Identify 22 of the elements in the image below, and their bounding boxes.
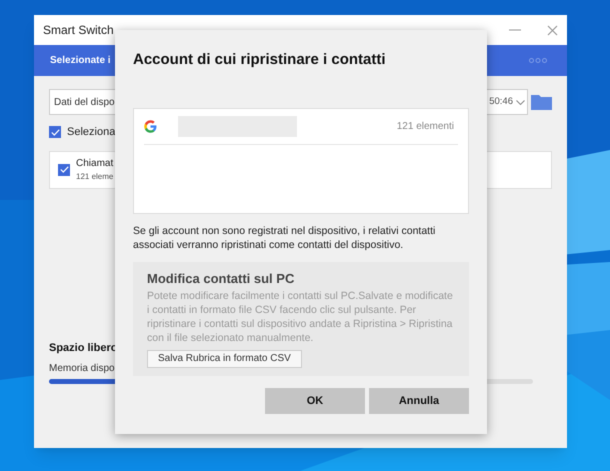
folder-icon[interactable]	[531, 94, 552, 110]
item-name: Chiamat	[76, 157, 114, 171]
item-checkbox[interactable]	[58, 164, 70, 176]
select-all-checkbox[interactable]	[49, 126, 61, 138]
section-text: Potete modificare facilmente i contatti sul PC.Salvate e modificate i contatti in formato file CSV facendo clic sul pulsante. Per ripristinare i contatti sul dispositivo andate a Ripristina > Ripristina con il file selezionato manualmente.	[147, 289, 454, 345]
section-title: Modifica contatti sul PC	[147, 270, 296, 288]
save-csv-button[interactable]: Salva Rubrica in formato CSV	[147, 350, 302, 368]
chevron-icon	[516, 100, 525, 104]
dialog-title: Account di cui ripristinare i contatti	[133, 50, 387, 70]
info-text: Se gli account non sono registrati nel dispositivo, i relativi contatti associati verranno ripristinati come contatti del dispositivo.	[133, 224, 436, 252]
storage-subtitle: Memoria dispo	[49, 362, 116, 376]
cancel-button[interactable]: Annulla	[369, 388, 469, 414]
ok-button[interactable]: OK	[265, 388, 365, 414]
close-icon[interactable]	[547, 24, 558, 36]
more-icon[interactable]	[529, 58, 547, 63]
select-all-label: Seleziona	[67, 125, 116, 140]
window-title: Smart Switch	[43, 22, 114, 39]
minimize-icon[interactable]	[509, 29, 521, 31]
header-title: Selezionate i	[50, 54, 111, 68]
account-count: 121 elementi	[396, 120, 454, 134]
google-icon	[144, 120, 157, 132]
item-count: 121 eleme	[76, 171, 114, 183]
